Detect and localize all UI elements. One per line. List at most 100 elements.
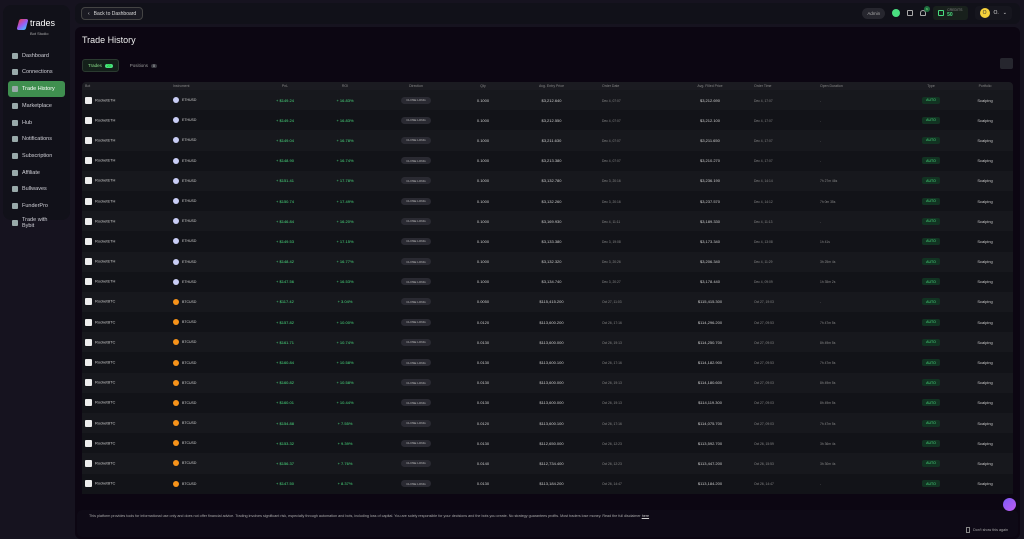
cell-order-time: Oct 27, 09:03 xyxy=(751,400,817,405)
text: $114,180.600 xyxy=(697,380,723,386)
table-row[interactable]: RocketBTC BTCUSD + $160.01 + 10.44% CLOSE LO… xyxy=(82,392,1013,413)
column-header[interactable]: PnL xyxy=(250,84,320,88)
table-row[interactable]: RocketBTC BTCUSD + $161.71 + 10.74% CLOSE LO… xyxy=(82,332,1013,353)
sidebar-item-connections[interactable]: Connections xyxy=(8,65,65,81)
text: $115,415.200 xyxy=(539,299,564,305)
table-row[interactable]: RocketBTC BTCUSD + $156.37 + 7.76% CLOSE LON… xyxy=(82,453,1013,474)
column-header[interactable]: Avg. Entry Price xyxy=(504,84,599,88)
column-header[interactable]: Portfolio xyxy=(957,84,1013,88)
table-row[interactable]: RocketETH ETHUSD + $149.53 + 17.15% CLOSE LO… xyxy=(82,231,1013,252)
chat-launcher-button[interactable] xyxy=(1003,498,1016,511)
disclaimer-link[interactable]: here xyxy=(642,514,649,518)
instrument-name: BTCUSD xyxy=(182,441,197,446)
top-bar: ‹ Back to Dashboard Admin 6 CREDITS 50 O O.… xyxy=(75,3,1020,24)
cell-avg-entry-price: $3,211.630 xyxy=(504,138,599,143)
text: Dec 4, 07:07 xyxy=(602,159,621,164)
cell-order-date: Dec 4, 07:07 xyxy=(599,118,669,123)
sidebar-item-label: Trade with Bybit xyxy=(22,216,48,229)
cell-type: AUTO xyxy=(905,480,957,488)
text: 0.1000 xyxy=(476,158,490,164)
sidebar-item-marketplace[interactable]: Marketplace xyxy=(8,98,65,114)
pnl-value: + $160.82 xyxy=(276,380,294,386)
column-header[interactable]: Instrument xyxy=(170,84,250,88)
credits-widget[interactable]: CREDITS 50 xyxy=(933,6,968,20)
cell-roi: + 16.20% xyxy=(320,219,370,224)
cell-avg-filled-price: $114,182.900 xyxy=(669,360,751,365)
table-row[interactable]: RocketBTC BTCUSD + $153.32 + 9.39% CLOSE LON… xyxy=(82,433,1013,454)
bitcoin-icon xyxy=(173,379,179,386)
dont-show-again-checkbox[interactable]: Don't show this again xyxy=(966,527,1008,533)
cell-open-duration: 7h 0m 35s xyxy=(817,199,905,204)
sidebar-item-dashboard[interactable]: Dashboard xyxy=(8,48,65,64)
column-header[interactable]: Bot xyxy=(82,84,170,88)
column-header[interactable]: Order Time xyxy=(751,84,817,88)
cell-portfolio: Scalping xyxy=(957,138,1013,143)
column-header[interactable]: Qty xyxy=(462,84,504,88)
table-row[interactable]: RocketETH ETHUSD + $149.04 + 16.78% CLOSE LO… xyxy=(82,130,1013,151)
bot-name: RocketBTC xyxy=(95,440,116,446)
cell-qty: 0.0120 xyxy=(462,320,504,325)
text: Dec 3, 19:08 xyxy=(602,239,621,244)
bell-icon[interactable]: 6 xyxy=(920,6,930,16)
text: Oct 26, 12:23 xyxy=(602,461,622,466)
sidebar-item-notifications[interactable]: Notifications xyxy=(8,131,65,147)
table-row[interactable]: RocketBTC BTCUSD + $160.84 + 10.58% CLOSE LO… xyxy=(82,352,1013,373)
type-badge: AUTO xyxy=(922,157,940,165)
cell-bot: RocketETH xyxy=(82,136,170,144)
table-row[interactable]: RocketBTC BTCUSD + $117.42 + 3.04% CLOSE LON… xyxy=(82,291,1013,313)
cell-order-date: Dec 3, 20:16 xyxy=(599,178,669,183)
table-row[interactable]: RocketBTC BTCUSD + $147.50 + 8.37% CLOSE LON… xyxy=(82,473,1013,494)
table-row[interactable]: RocketETH ETHUSD + $147.56 + 16.53% CLOSE LO… xyxy=(82,271,1013,292)
sidebar-item-trade-with-bybit[interactable]: Trade with Bybit xyxy=(8,215,65,231)
table-row[interactable]: RocketBTC BTCUSD + $154.88 + 7.55% CLOSE LON… xyxy=(82,413,1013,434)
direction-badge: CLOSE LONG xyxy=(401,116,431,124)
table-row[interactable]: RocketETH ETHUSD + $149.24 + 16.83% CLOSE LO… xyxy=(82,90,1013,111)
column-header[interactable]: Order Date xyxy=(599,84,669,88)
sidebar-item-hub[interactable]: Hub xyxy=(8,115,65,131)
column-header[interactable]: Type xyxy=(905,84,957,88)
instrument-name: BTCUSD xyxy=(182,421,197,426)
column-header[interactable]: Open Duration xyxy=(817,84,905,88)
table-row[interactable]: RocketETH ETHUSD + $149.24 + 16.83% CLOSE LO… xyxy=(82,110,1013,131)
text: Scalping xyxy=(977,420,993,426)
type-badge: AUTO xyxy=(922,96,940,104)
text: Dec 4, 14:12 xyxy=(754,199,773,204)
table-row[interactable]: RocketETH ETHUSD + $148.90 + 16.74% CLOSE LO… xyxy=(82,150,1013,171)
text: 0.1000 xyxy=(476,137,490,143)
sidebar-item-affiliate[interactable]: Affiliate xyxy=(8,165,65,181)
roi-value: + 17.78% xyxy=(336,178,354,184)
sidebar-item-subscription[interactable]: Subscription xyxy=(8,148,65,164)
cell-pnl: + $149.04 xyxy=(250,138,320,143)
calendar-icon[interactable] xyxy=(907,10,914,16)
text: Scalping xyxy=(977,380,993,386)
cell-order-time: Oct 27, 09:03 xyxy=(751,380,817,385)
column-header[interactable]: Direction xyxy=(370,84,462,88)
type-badge: AUTO xyxy=(922,338,940,346)
table-row[interactable]: RocketETH ETHUSD + $146.84 + 16.20% CLOSE LO… xyxy=(82,211,1013,232)
column-header[interactable]: Avg. Filled Price xyxy=(669,84,751,88)
bot-name: RocketBTC xyxy=(95,420,116,426)
sidebar-item-bullwaves[interactable]: Bullwaves xyxy=(8,182,65,198)
brand-logo[interactable]: trades Bot Studio xyxy=(8,13,65,36)
tab-trades[interactable]: Trades 20 xyxy=(82,59,119,72)
bot-icon xyxy=(85,136,92,144)
table-row[interactable]: RocketETH ETHUSD + $148.42 + 16.77% CLOSE LO… xyxy=(82,251,1013,272)
cell-open-duration: 8h 49m 5s xyxy=(817,340,905,345)
column-header[interactable]: ROI xyxy=(320,84,370,88)
table-row[interactable]: RocketETH ETHUSD + $151.41 + 17.78% CLOSE LO… xyxy=(82,170,1013,191)
cell-roi: + 10.58% xyxy=(320,380,370,385)
table-row[interactable]: RocketETH ETHUSD + $150.74 + 17.49% CLOSE LO… xyxy=(82,190,1013,212)
user-menu[interactable]: O O. ⌄ xyxy=(974,6,1012,20)
sidebar-item-trade-history[interactable]: Trade History xyxy=(8,81,65,97)
table-row[interactable]: RocketBTC BTCUSD + $157.82 + 10.00% CLOSE LO… xyxy=(82,312,1013,333)
table-row[interactable]: RocketBTC BTCUSD + $160.82 + 10.58% CLOSE LO… xyxy=(82,372,1013,393)
cell-instrument: BTCUSD xyxy=(170,298,250,305)
back-to-dashboard-button[interactable]: ‹ Back to Dashboard xyxy=(81,7,144,20)
chevron-down-icon: ⌄ xyxy=(1002,10,1007,16)
instrument-name: ETHUSD xyxy=(182,178,197,183)
tab-positions[interactable]: Positions 0 xyxy=(125,59,162,72)
sidebar-item-funderpro[interactable]: FunderPro xyxy=(8,198,65,214)
cell-type: AUTO xyxy=(905,197,957,205)
status-play-icon[interactable] xyxy=(892,9,901,17)
columns-toggle-button[interactable] xyxy=(1000,58,1013,69)
